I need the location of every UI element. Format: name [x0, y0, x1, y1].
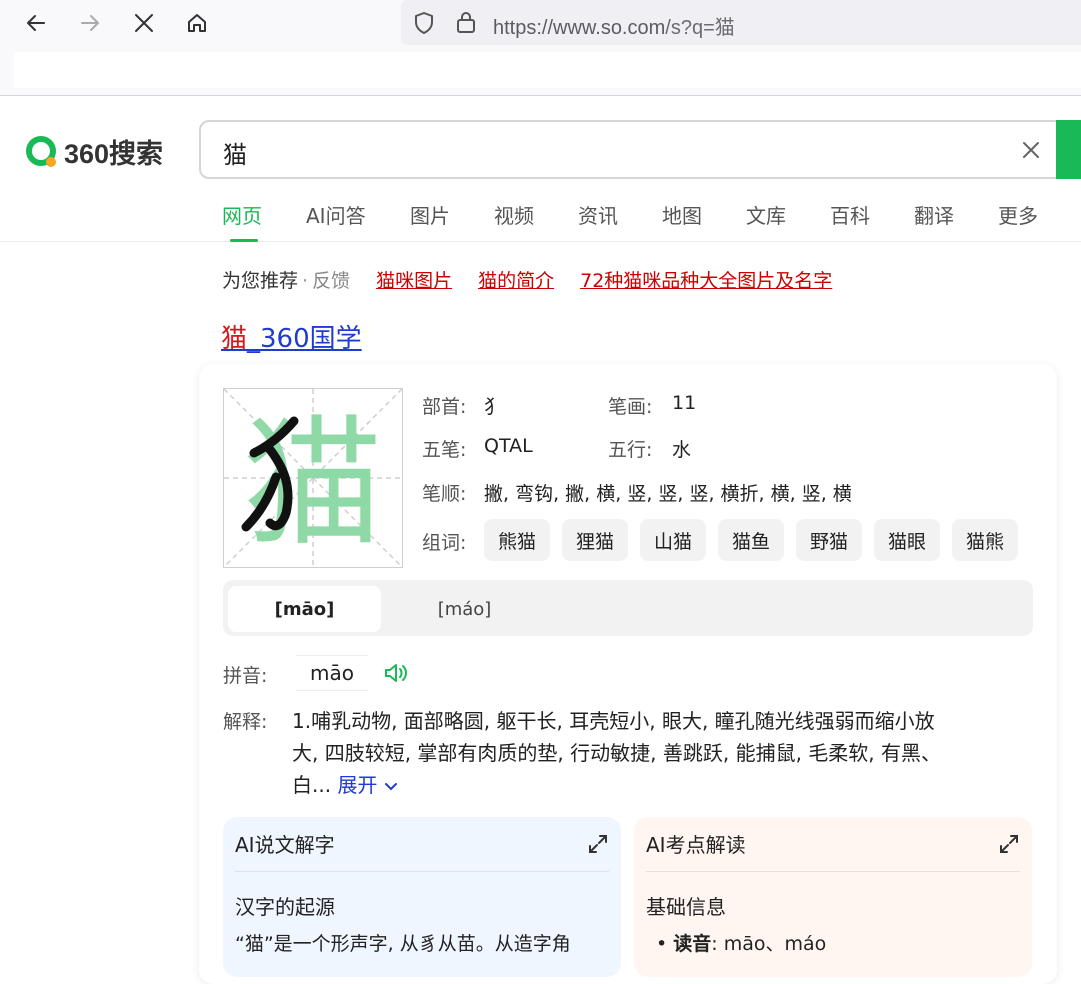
wuxing-label: 五行:	[608, 439, 653, 461]
clear-icon[interactable]	[1019, 138, 1043, 162]
bookmarks-strip	[14, 52, 1081, 88]
definition-line: 1.哺乳动物, 面部略圆, 躯干长, 耳壳短小, 眼大, 瞳孔随光线强弱而缩小放	[292, 709, 935, 733]
stroke-order-value: 撇, 弯钩, 撇, 横, 竖, 竖, 竖, 横折, 横, 竖, 横	[484, 483, 852, 505]
site-logo[interactable]: 360搜索	[24, 132, 163, 171]
word-chip[interactable]: 山猫	[640, 519, 706, 561]
back-button[interactable]	[18, 6, 54, 40]
ai-etymology-subtitle: 汉字的起源	[235, 895, 335, 919]
ai-exam-panel: AI考点解读 基础信息 • 读音: māo、máo	[634, 817, 1032, 977]
radical-value: 犭	[484, 396, 504, 418]
definition-label: 解释:	[223, 711, 268, 733]
tab-news[interactable]: 资讯	[578, 200, 618, 229]
word-chip[interactable]: 猫鱼	[718, 519, 784, 561]
speaker-icon[interactable]	[383, 661, 409, 685]
wuxing-value: 水	[672, 439, 692, 461]
definition-line-last: 白... 展开	[292, 769, 1032, 801]
recommend-row: 为您推荐 · 反馈 猫咪图片 猫的简介 72种猫咪品种大全图片及名字	[222, 266, 832, 293]
ai-exam-bullet: • 读音: māo、máo	[656, 929, 826, 956]
tab-videos[interactable]: 视频	[494, 200, 534, 229]
strokes-label: 笔画:	[608, 396, 653, 418]
tab-translate[interactable]: 翻译	[914, 200, 954, 229]
recommend-link-cat-intro[interactable]: 猫的简介	[478, 270, 554, 292]
search-input[interactable]: 猫	[223, 135, 247, 170]
search-button[interactable]	[1056, 120, 1081, 179]
tab-ai-qa[interactable]: AI问答	[306, 200, 366, 229]
ai-etymology-title: AI说文解字	[235, 833, 335, 857]
word-chip[interactable]: 猫熊	[952, 519, 1018, 561]
tab-maps[interactable]: 地图	[662, 200, 702, 229]
pinyin-value: māo	[296, 655, 368, 691]
ai-exam-bullet-label: 读音	[673, 933, 712, 955]
ai-exam-bullet-value: : māo、máo	[711, 933, 827, 955]
word-chip[interactable]: 猫眼	[874, 519, 940, 561]
stop-loading-button[interactable]	[126, 6, 162, 40]
chevron-down-icon	[384, 783, 397, 791]
url-host: https://www.so.com	[493, 17, 666, 39]
recommend-link-cat-breeds[interactable]: 72种猫咪品种大全图片及名字	[580, 270, 832, 292]
recommend-label: 为您推荐	[222, 270, 299, 292]
radical-label: 部首:	[422, 396, 467, 418]
recommend-separator: ·	[302, 270, 309, 292]
logo-icon	[26, 135, 56, 167]
expand-icon[interactable]	[998, 833, 1020, 855]
tab-web[interactable]: 网页	[222, 200, 262, 229]
definition-line: 大, 四肢较短, 掌部有肉质的垫, 行动敏捷, 善跳跃, 能捕鼠, 毛柔软, 有…	[292, 741, 942, 765]
character-glyph: 猫	[243, 403, 383, 566]
pinyin-label: 拼音:	[223, 665, 268, 687]
search-tabs: 网页 AI问答 图片 视频 资讯 地图 文库 百科 翻译 更多	[0, 200, 1081, 242]
ai-etymology-body: “猫”是一个形声字, 从豸从苗。从造字角	[235, 933, 571, 955]
word-chip[interactable]: 熊猫	[484, 519, 550, 561]
home-icon	[188, 14, 206, 32]
forward-arrow-icon	[81, 15, 99, 31]
definition-line: 白...	[292, 773, 332, 797]
character-writing-grid: 猫	[223, 388, 403, 568]
shield-icon[interactable]	[413, 11, 435, 35]
word-chip[interactable]: 狸猫	[562, 519, 628, 561]
tab-images[interactable]: 图片	[410, 200, 450, 229]
ai-exam-subtitle: 基础信息	[646, 895, 726, 919]
wubi-value: QTAL	[484, 435, 533, 457]
definition-text: 1.哺乳动物, 面部略圆, 躯干长, 耳壳短小, 眼大, 瞳孔随光线强弱而缩小放…	[292, 705, 1032, 801]
pronunciation-tab-mao1[interactable]: [māo]	[228, 586, 381, 632]
pronunciation-tabs: [māo] [máo]	[223, 580, 1033, 636]
result-title-rest: _360国学	[247, 324, 362, 354]
search-box[interactable]: 猫	[199, 120, 1069, 179]
panel-divider	[235, 871, 609, 872]
tab-baike[interactable]: 百科	[830, 200, 870, 229]
expand-icon[interactable]	[587, 833, 609, 855]
tab-library[interactable]: 文库	[746, 200, 786, 229]
feedback-link[interactable]: 反馈	[312, 270, 350, 292]
ai-exam-title: AI考点解读	[646, 833, 746, 857]
address-bar[interactable]: https://www.so.com/s?q=猫	[401, 0, 1081, 45]
browser-toolbar: https://www.so.com/s?q=猫	[0, 0, 1081, 96]
strokes-value: 11	[672, 392, 697, 414]
home-button[interactable]	[179, 6, 215, 40]
result-title-link[interactable]: 猫_360国学	[221, 318, 362, 355]
words-label: 组词:	[422, 532, 467, 554]
ai-etymology-panel: AI说文解字 汉字的起源 “猫”是一个形声字, 从豸从苗。从造字角	[223, 817, 621, 977]
forward-button[interactable]	[72, 6, 108, 40]
url-text[interactable]: https://www.so.com/s?q=猫	[493, 11, 735, 40]
expand-link-label: 展开	[337, 773, 378, 797]
pronunciation-tab-mao2[interactable]: [máo]	[388, 586, 541, 632]
writing-grid-lines: 猫	[224, 389, 402, 567]
close-icon	[135, 14, 153, 32]
stroke-order-label: 笔顺:	[422, 483, 467, 505]
bullet-dot: •	[656, 933, 668, 955]
back-arrow-icon	[27, 15, 45, 31]
logo-text: 360搜索	[64, 139, 164, 169]
recommend-link-cat-pictures[interactable]: 猫咪图片	[376, 270, 452, 292]
active-tab-indicator	[230, 239, 258, 242]
expand-link[interactable]: 展开	[337, 773, 397, 797]
url-path: /s?q=猫	[665, 17, 735, 39]
panel-divider	[646, 871, 1020, 872]
wubi-label: 五笔:	[422, 439, 467, 461]
tab-more[interactable]: 更多	[998, 200, 1038, 229]
result-title-highlight: 猫	[221, 324, 248, 354]
word-chip[interactable]: 野猫	[796, 519, 862, 561]
lock-icon[interactable]	[455, 10, 477, 34]
